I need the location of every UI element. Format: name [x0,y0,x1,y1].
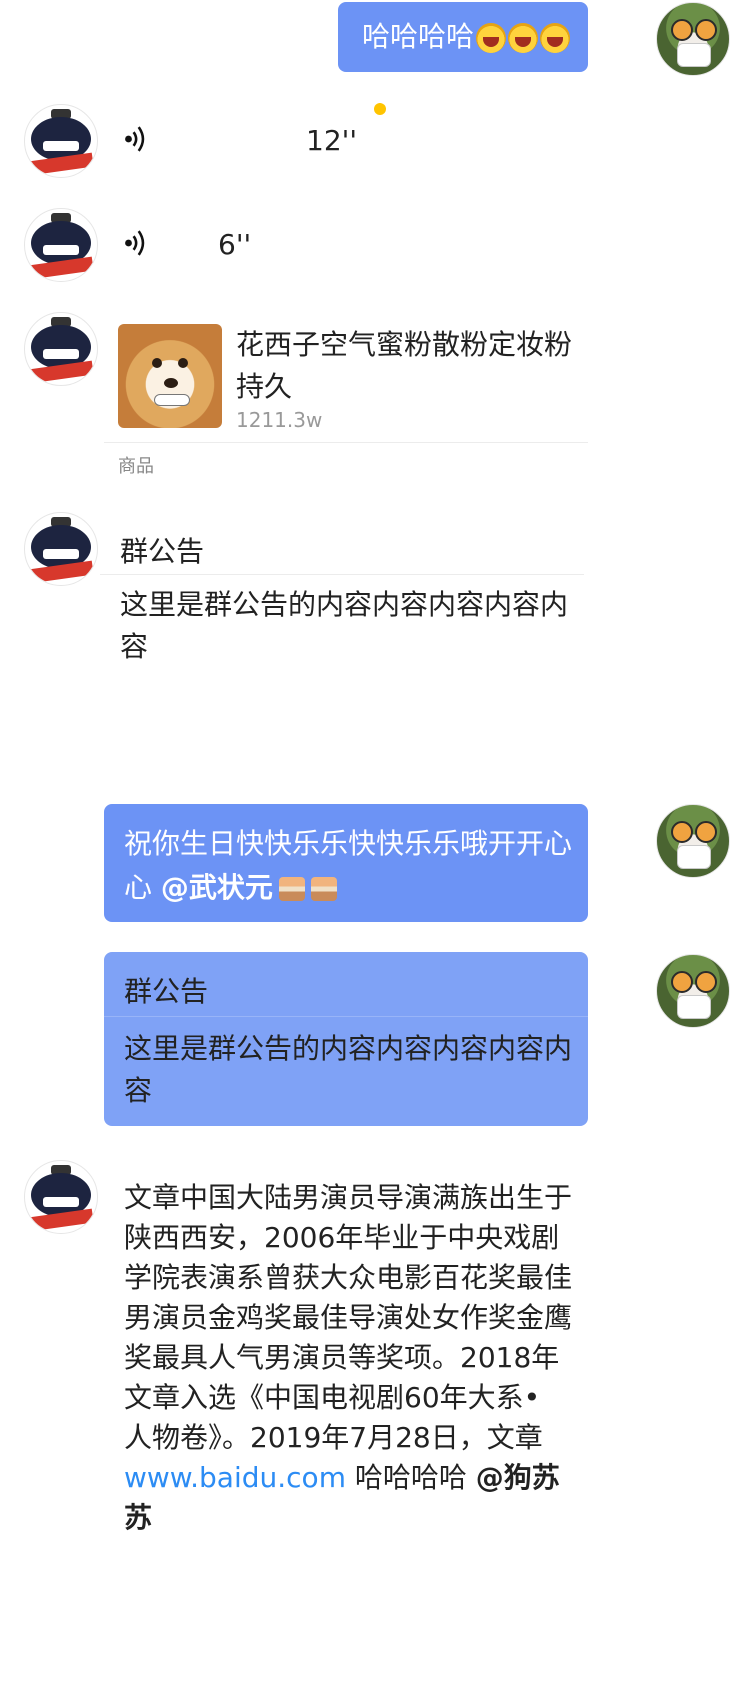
laugh-emoji [476,23,507,53]
product-image [118,324,222,428]
laugh-emoji [508,23,539,53]
article-link[interactable]: www.baidu.com [124,1461,346,1494]
mention[interactable]: @武状元 [161,871,273,904]
other-avatar[interactable] [24,312,98,386]
product-count: 1211.3w [236,408,323,432]
message-text: 哈哈哈哈 [362,20,475,53]
article-after: 哈哈哈哈 [345,1461,467,1494]
voice-message-1[interactable]: 12'' [110,110,390,170]
self-avatar[interactable] [656,804,730,878]
divider [104,1016,588,1017]
notice-body: 这里是群公告的内容内容内容内容内容 [124,1032,573,1107]
voice-message-2[interactable]: 6'' [110,214,310,274]
other-avatar[interactable] [24,512,98,586]
cake-emoji [310,877,337,901]
product-card[interactable]: 花西子空气蜜粉散粉定妆粉持久 1211.3w 商品 [104,320,588,480]
other-avatar[interactable] [24,104,98,178]
group-notice-self[interactable]: 群公告 这里是群公告的内容内容内容内容内容 [104,952,588,1126]
other-avatar[interactable] [24,1160,98,1234]
other-avatar[interactable] [24,208,98,282]
notice-title: 群公告 [124,975,209,1008]
self-avatar[interactable] [656,954,730,1028]
voice-icon [125,230,145,256]
divider [104,442,588,443]
group-notice-card[interactable]: 群公告 这里是群公告的内容内容内容内容内容 [100,520,584,670]
self-avatar[interactable] [656,2,730,76]
article-message[interactable]: 文章中国大陆男演员导演满族出生于陕西西安，2006年毕业于中央戏剧学院表演系曾获… [124,1178,574,1538]
laugh-emoji [540,23,571,53]
notice-title: 群公告 [120,535,205,568]
message-bubble-self-2[interactable]: 祝你生日快快乐乐快快乐乐哦开开心心 @武状元 [104,804,588,922]
product-title: 花西子空气蜜粉散粉定妆粉持久 [236,328,573,403]
voice-duration: 12'' [306,124,358,157]
divider [100,574,584,575]
cake-emoji [278,877,305,901]
notice-body: 这里是群公告的内容内容内容内容内容 [120,588,569,663]
voice-icon [125,126,145,152]
voice-duration: 6'' [218,228,252,261]
message-bubble-self-1[interactable]: 哈哈哈哈 [338,2,588,72]
article-text: 文章中国大陆男演员导演满族出生于陕西西安，2006年毕业于中央戏剧学院表演系曾获… [124,1181,573,1454]
unread-dot [374,103,386,115]
product-label: 商品 [118,456,154,477]
